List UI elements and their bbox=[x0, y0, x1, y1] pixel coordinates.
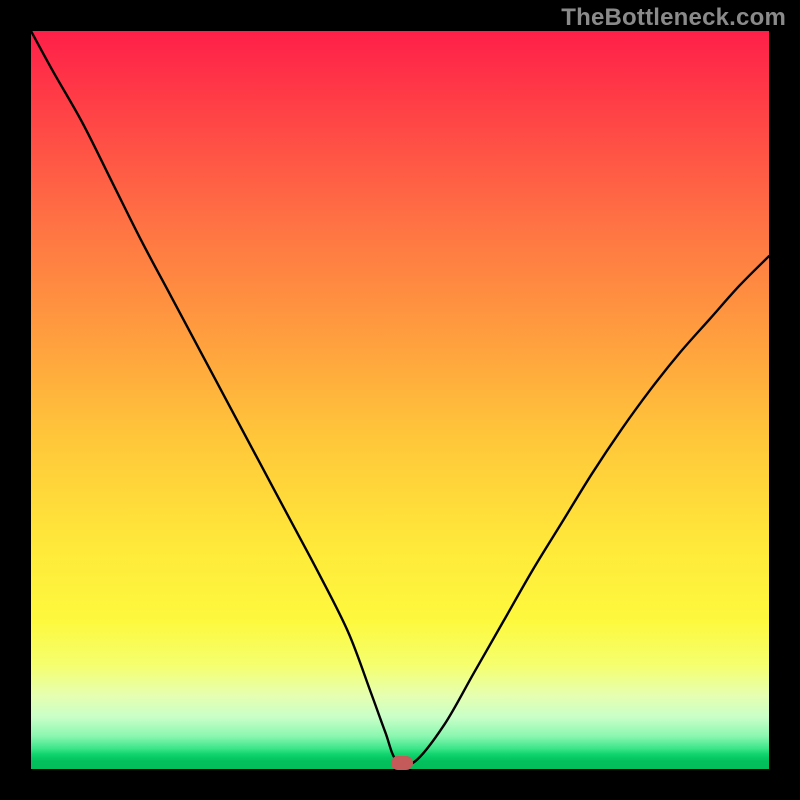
chart-frame: TheBottleneck.com bbox=[0, 0, 800, 800]
minimum-marker bbox=[391, 756, 413, 770]
curve-svg bbox=[31, 31, 769, 769]
watermark-text: TheBottleneck.com bbox=[561, 4, 786, 32]
bottleneck-curve-path bbox=[31, 31, 769, 765]
plot-area bbox=[31, 31, 769, 769]
